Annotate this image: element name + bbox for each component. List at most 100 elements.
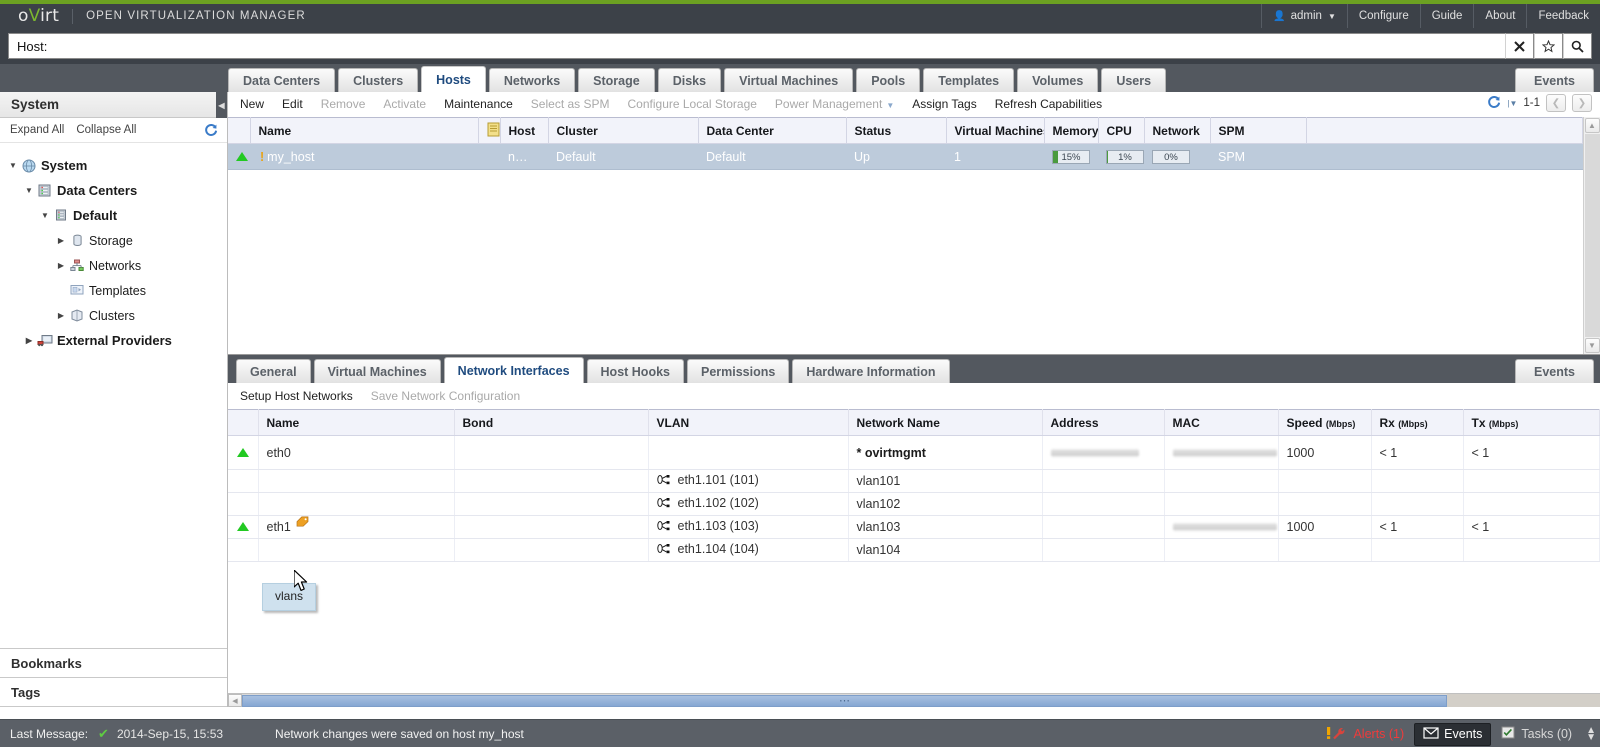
refresh-interval-dropdown[interactable]: |▼ — [1507, 99, 1517, 108]
about-menu-item[interactable]: About — [1473, 4, 1526, 28]
configure-menu-item[interactable]: Configure — [1347, 4, 1420, 28]
setup-host-networks-button[interactable]: Setup Host Networks — [240, 389, 353, 403]
chevron-down-icon[interactable]: ▼ — [38, 211, 52, 220]
search-clear-button[interactable] — [1505, 33, 1534, 59]
table-row[interactable]: eth1 eth1.103 (103) vlan103 1000 < 1 < 1 — [228, 516, 1600, 539]
tab-templates[interactable]: Templates — [923, 68, 1014, 92]
tab-pools[interactable]: Pools — [856, 68, 920, 92]
tab-disks[interactable]: Disks — [658, 68, 721, 92]
edit-host-button[interactable]: Edit — [282, 97, 303, 111]
col-host[interactable]: Host — [500, 118, 548, 144]
feedback-menu-item[interactable]: Feedback — [1526, 4, 1600, 28]
alerts-chip[interactable]: Alerts (1) — [1318, 723, 1412, 746]
table-row[interactable]: eth1.102 (102) vlan102 — [228, 493, 1600, 516]
row-cpu-cell: 1% — [1098, 144, 1144, 170]
refresh-icon[interactable] — [204, 123, 218, 140]
assign-tags-button[interactable]: Assign Tags — [912, 97, 976, 111]
new-host-button[interactable]: New — [240, 97, 264, 111]
col-nic-vlan[interactable]: VLAN — [648, 410, 848, 436]
col-nic-rx[interactable]: Rx (Mbps) — [1371, 410, 1463, 436]
refresh-icon[interactable] — [1487, 95, 1501, 112]
tab-clusters[interactable]: Clusters — [338, 68, 418, 92]
col-name[interactable]: Name — [250, 118, 478, 144]
scroll-down-icon[interactable]: ▼ — [1585, 338, 1600, 353]
chevron-right-icon[interactable]: ▶ — [54, 261, 68, 270]
table-row[interactable]: eth1.101 (101) vlan101 — [228, 470, 1600, 493]
scroll-up-icon[interactable]: ▲ — [1585, 118, 1600, 133]
tab-virtual-machines-detail[interactable]: Virtual Machines — [314, 359, 441, 383]
col-nic-bond[interactable]: Bond — [454, 410, 648, 436]
tree-node-storage[interactable]: ▶ Storage — [0, 228, 227, 253]
col-status-text[interactable]: Status — [846, 118, 946, 144]
tree-node-external-providers[interactable]: ▶ External Providers — [0, 328, 227, 353]
scroll-left-icon[interactable]: ◀ — [228, 694, 242, 707]
table-row[interactable]: eth0 * ovirtmgmt 1000 < 1 < 1 — [228, 436, 1600, 470]
sidebar-section-tags[interactable]: Tags — [0, 678, 227, 707]
expand-all-link[interactable]: Expand All — [10, 124, 64, 136]
detail-tab-events[interactable]: Events — [1515, 359, 1594, 383]
chevron-right-icon[interactable]: ▶ — [54, 311, 68, 320]
tab-permissions[interactable]: Permissions — [687, 359, 789, 383]
refresh-capabilities-button[interactable]: Refresh Capabilities — [995, 97, 1102, 111]
col-network[interactable]: Network — [1144, 118, 1210, 144]
user-menu[interactable]: 👤 admin ▼ — [1261, 4, 1347, 28]
tab-hosts[interactable]: Hosts — [421, 66, 486, 92]
prev-page-button[interactable]: ❮ — [1546, 94, 1566, 112]
tree-node-system[interactable]: ▼ System — [0, 153, 227, 178]
table-row[interactable]: eth1.104 (104) vlan104 — [228, 539, 1600, 562]
col-nic-name[interactable]: Name — [258, 410, 454, 436]
vscroll-track[interactable] — [1585, 134, 1600, 337]
col-nic-tx[interactable]: Tx (Mbps) — [1463, 410, 1600, 436]
maintenance-host-button[interactable]: Maintenance — [444, 97, 513, 111]
status-bar-resize-handle[interactable]: ▲ ▼ — [1586, 727, 1596, 741]
hscroll-track[interactable] — [1447, 694, 1600, 707]
tab-network-interfaces[interactable]: Network Interfaces — [444, 357, 584, 383]
search-input[interactable] — [8, 33, 1505, 59]
tab-networks[interactable]: Networks — [489, 68, 575, 92]
tree-node-networks[interactable]: ▶ Networks — [0, 253, 227, 278]
tab-hardware-information[interactable]: Hardware Information — [792, 359, 949, 383]
events-chip[interactable]: Events — [1414, 723, 1491, 746]
col-nic-network-name[interactable]: Network Name — [848, 410, 1042, 436]
tree-node-default-datacenter[interactable]: ▼ Default — [0, 203, 227, 228]
sidebar-section-bookmarks[interactable]: Bookmarks — [0, 649, 227, 678]
col-nic-mac[interactable]: MAC — [1164, 410, 1278, 436]
search-go-button[interactable] — [1563, 33, 1592, 59]
tab-volumes[interactable]: Volumes — [1017, 68, 1098, 92]
col-memory[interactable]: Memory — [1044, 118, 1098, 144]
power-management-menu[interactable]: Power Management▼ — [775, 97, 894, 111]
tree-node-templates[interactable]: Templates — [0, 278, 227, 303]
table-row[interactable]: !my_host n… Default Default Up 1 15% — [228, 144, 1583, 170]
chevron-right-icon[interactable]: ▶ — [22, 336, 36, 345]
redacted-address — [1051, 449, 1139, 457]
col-data-center[interactable]: Data Center — [698, 118, 846, 144]
tasks-chip[interactable]: Tasks (0) — [1493, 723, 1580, 745]
tab-host-hooks[interactable]: Host Hooks — [587, 359, 684, 383]
tab-events[interactable]: Events — [1515, 68, 1594, 92]
collapse-all-link[interactable]: Collapse All — [76, 124, 136, 136]
tab-users[interactable]: Users — [1101, 68, 1166, 92]
tree-node-clusters[interactable]: ▶ Clusters — [0, 303, 227, 328]
sidebar-collapse-button[interactable]: ◀ — [216, 92, 227, 118]
hosts-grid-vscrollbar[interactable]: ▲ ▼ — [1583, 117, 1600, 354]
col-nic-address[interactable]: Address — [1042, 410, 1164, 436]
tab-virtual-machines[interactable]: Virtual Machines — [724, 68, 853, 92]
chevron-down-icon[interactable]: ▼ — [22, 186, 36, 195]
col-nic-speed[interactable]: Speed (Mbps) — [1278, 410, 1371, 436]
col-cluster[interactable]: Cluster — [548, 118, 698, 144]
bookmark-star-button[interactable] — [1534, 33, 1563, 59]
next-page-button[interactable]: ❯ — [1572, 94, 1592, 112]
nic-grid-hscrollbar[interactable]: ◀ — [228, 693, 1600, 707]
chevron-right-icon[interactable]: ▶ — [54, 236, 68, 245]
col-virtual-machines[interactable]: Virtual Machines — [946, 118, 1044, 144]
tab-storage[interactable]: Storage — [578, 68, 655, 92]
col-cpu[interactable]: CPU — [1098, 118, 1144, 144]
tree-node-data-centers[interactable]: ▼ Data Centers — [0, 178, 227, 203]
col-spm[interactable]: SPM — [1210, 118, 1306, 144]
tag-icon[interactable] — [296, 516, 309, 530]
tab-data-centers[interactable]: Data Centers — [228, 68, 335, 92]
tab-general[interactable]: General — [236, 359, 311, 383]
guide-menu-item[interactable]: Guide — [1420, 4, 1474, 28]
chevron-down-icon[interactable]: ▼ — [6, 161, 20, 170]
hscroll-thumb[interactable] — [242, 695, 1447, 707]
